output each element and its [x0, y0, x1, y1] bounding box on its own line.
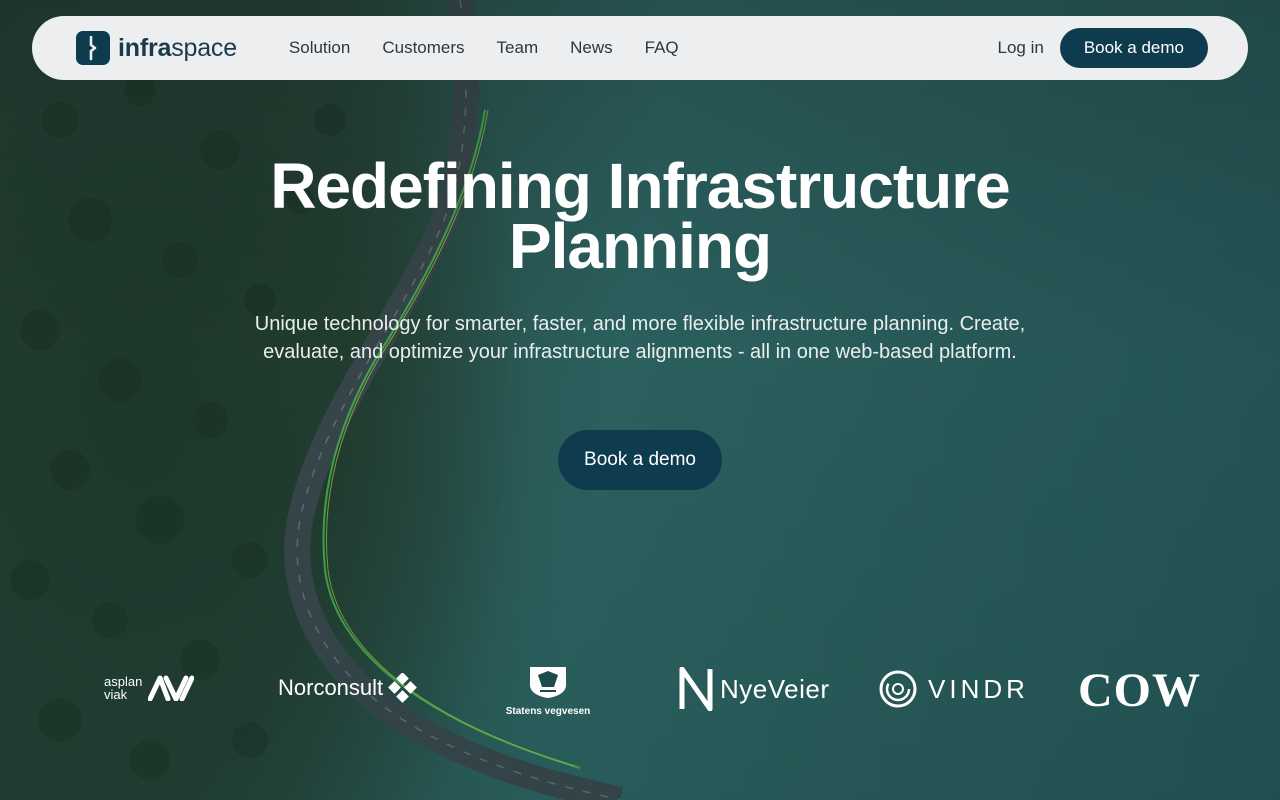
client-logo-norconsult: Norconsult: [278, 673, 419, 703]
client-logos-strip: asplan viak Norconsult Statens vegvesen …: [80, 655, 1200, 725]
asplan-viak-mark-icon: [148, 675, 195, 701]
statens-vegvesen-text: Statens vegvesen: [505, 706, 591, 717]
hero-title: Redefining Infrastructure Planning: [0, 154, 1280, 278]
norconsult-text: Norconsult: [278, 675, 384, 700]
infraspace-logo-icon: [76, 31, 110, 65]
top-navigation-bar: infraspace Solution Customers Team News …: [32, 16, 1248, 80]
book-demo-hero-button[interactable]: Book a demo: [558, 430, 722, 490]
client-logo-statens-vegvesen: Statens vegvesen: [500, 665, 596, 717]
hero-subtitle: Unique technology for smarter, faster, a…: [254, 313, 1026, 363]
nav-link-news[interactable]: News: [554, 38, 629, 58]
nav-link-faq[interactable]: FAQ: [629, 38, 695, 58]
brand-wordmark: infraspace: [118, 33, 237, 62]
book-demo-nav-button[interactable]: Book a demo: [1059, 28, 1208, 68]
brand-logo[interactable]: infraspace: [76, 31, 237, 65]
client-logo-vindr: VINDR: [878, 669, 1029, 709]
nav-links: Solution Customers Team News FAQ: [273, 38, 695, 58]
vindr-text: VINDR: [928, 673, 1029, 704]
client-logo-cowi: COWI: [1078, 664, 1200, 717]
nav-link-team[interactable]: Team: [481, 38, 555, 58]
client-logo-nye-veier: NyeVeier: [678, 667, 830, 711]
client-logo-asplan-viak: asplan viak: [104, 675, 195, 702]
nav-link-solution[interactable]: Solution: [273, 38, 366, 58]
asplan-viak-text-line-2: viak: [104, 687, 128, 702]
norconsult-diamond-icon: [388, 673, 418, 703]
login-link[interactable]: Log in: [997, 38, 1043, 58]
hero-title-line-2: Planning: [508, 210, 772, 282]
nye-veier-n-icon: [679, 667, 713, 711]
vindr-circle-icon: [879, 670, 917, 708]
nav-link-customers[interactable]: Customers: [366, 38, 480, 58]
nye-veier-text: NyeVeier: [720, 673, 830, 704]
statens-vegvesen-crest-icon: [530, 667, 566, 698]
